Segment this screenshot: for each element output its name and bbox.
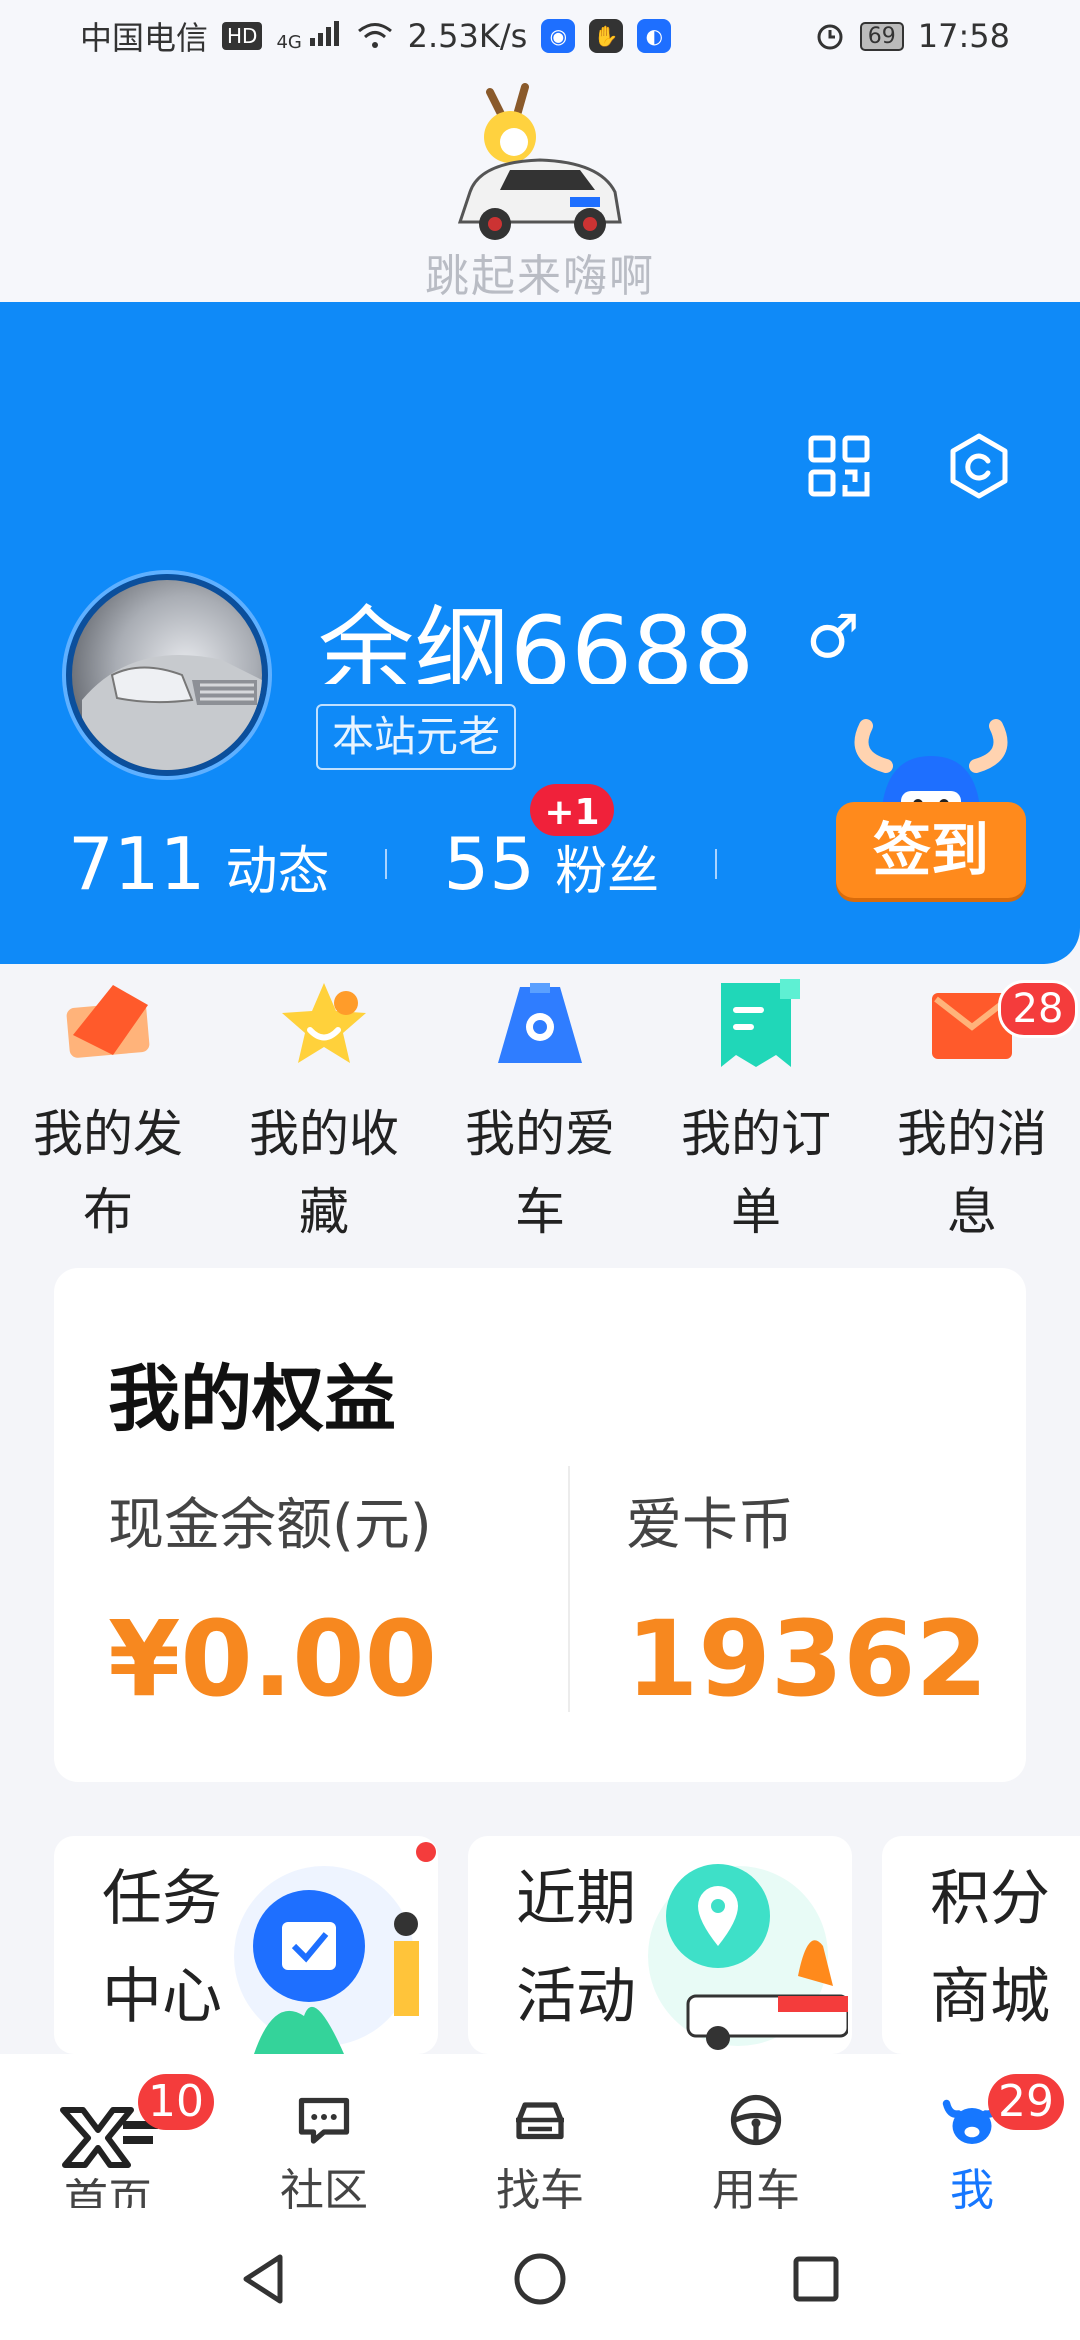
tab-home[interactable]: 10 首页 [0,2054,216,2218]
feature-cards: 任务中心 近期活动 积分商城 [54,1836,1080,2054]
tab-label: 用车 [712,2165,800,2216]
location-pin-icon [648,1864,848,2050]
car-front-icon [516,2102,564,2140]
recent-events-card[interactable]: 近期活动 [468,1836,852,2054]
calendar-icon [234,1866,419,2054]
points-mall-card[interactable]: 积分商城 [882,1836,1080,2054]
tab-label: 找车 [496,2165,584,2216]
alarm-icon [817,24,843,50]
quick-links: 我的发布 我的收藏 我的爱车 我的订单 28 我的消息 [0,970,1080,1260]
hd-badge: HD [222,22,263,50]
edit-icon [66,985,150,1058]
car-icon [498,983,582,1063]
tab-label: 社区 [280,2165,368,2216]
order-icon [721,979,800,1067]
battery-icon: 69 [859,21,904,51]
tab-community[interactable]: 社区 [216,2054,432,2218]
message-count-badge: 28 [998,980,1078,1038]
settings-icon[interactable] [944,431,1014,501]
clock-time: 17:58 [917,17,1010,55]
user-title-tag: 本站元老 [316,704,517,770]
network-speed: 2.53K/s [407,17,528,55]
status-bar: 中国电信 HD 4G 2.53K/s ◉ ✋ ◐ 69 17:58 [0,0,1080,72]
stat-divider [715,849,718,879]
bottom-tab-bar: 10 首页 社区 找车 用车 29 我 [0,2054,1080,2218]
quick-link-my-car[interactable]: 我的爱车 [432,970,648,1260]
star-icon [282,983,366,1063]
quick-link-label: 我的发布 [33,1105,183,1241]
posts-label[interactable]: 动态 [225,829,329,904]
tab-label: 首页 [64,2175,152,2208]
carrier-label: 中国电信 [80,19,209,57]
quick-link-my-orders[interactable]: 我的订单 [648,970,864,1260]
back-icon[interactable] [236,2251,292,2307]
status-left: 中国电信 HD 4G 2.53K/s ◉ ✋ ◐ [80,13,672,59]
notification-dot [416,1842,436,1862]
task-center-card[interactable]: 任务中心 [54,1836,438,2054]
quick-link-label: 我的收藏 [249,1105,399,1241]
tab-me[interactable]: 29 我 [864,2054,1080,2218]
profile-stats: 711 动态 55 粉丝 [68,822,773,906]
chat-icon [298,2097,350,2144]
signal-icon: 4G [276,20,341,53]
home-badge: 10 [138,2074,214,2130]
quick-link-my-messages[interactable]: 28 我的消息 [864,970,1080,1260]
system-navigation-bar [0,2218,1080,2340]
card-title: 任务中心 [102,1864,222,2032]
card-title: 积分商城 [930,1864,1050,2032]
tab-find-car[interactable]: 找车 [432,2054,648,2218]
quick-link-label: 我的订单 [681,1105,831,1241]
rights-card: 我的权益 现金余额(元) ¥0.00 爱卡币 19362 [54,1268,1026,1782]
tab-label: 我 [950,2165,994,2216]
mascot-car-icon[interactable] [430,82,650,252]
quick-link-label: 我的消息 [897,1105,1047,1241]
car-photo-icon [82,655,262,770]
avatar[interactable] [66,574,268,776]
coin-value[interactable]: 19362 [626,1598,988,1720]
fans-label[interactable]: 粉丝 [555,829,659,904]
recents-square-icon[interactable] [788,2251,844,2307]
new-fans-badge: +1 [530,784,614,836]
hotspot-app-icon: ◉ [541,19,576,53]
rights-title: 我的权益 [108,1357,397,1441]
mascot-header: 跳起来嗨啊 [0,72,1080,302]
cash-balance-label[interactable]: 现金余额(元) [108,1480,432,1561]
tab-use-car[interactable]: 用车 [648,2054,864,2218]
mascot-caption: 跳起来嗨啊 [425,251,655,302]
me-badge: 29 [988,2074,1064,2130]
cash-balance-value[interactable]: ¥0.00 [108,1598,437,1720]
quick-link-my-favorites[interactable]: 我的收藏 [216,970,432,1260]
fans-count[interactable]: 55 [443,822,535,906]
card-title: 近期活动 [516,1864,636,2032]
username: 余纲6688 [318,596,755,684]
profile-header: 余纲6688 ♂ 本站元老 711 动态 55 粉丝 +1 签到 [0,302,1080,964]
wifi-icon [357,23,392,48]
steering-wheel-icon [730,2094,782,2146]
status-right: 69 17:58 [814,17,1010,55]
hand-app-icon: ✋ [589,19,624,53]
male-gender-icon: ♂ [806,602,860,672]
rights-divider [568,1466,570,1712]
stat-divider [385,849,388,879]
quick-link-label: 我的爱车 [465,1105,615,1241]
quick-link-my-posts[interactable]: 我的发布 [0,970,216,1260]
bulb-app-icon: ◐ [637,19,672,53]
coin-label[interactable]: 爱卡币 [626,1480,794,1561]
checkin-button[interactable]: 签到 [836,802,1026,898]
posts-count[interactable]: 711 [68,822,205,906]
qr-code-icon[interactable] [808,435,870,497]
home-circle-icon[interactable] [512,2251,568,2307]
